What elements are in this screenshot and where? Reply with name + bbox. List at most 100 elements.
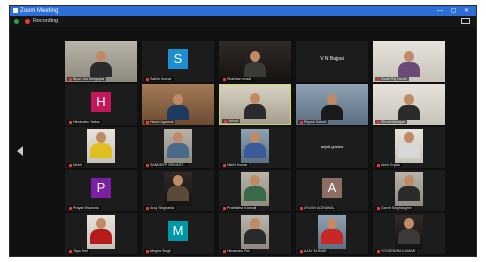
shield-icon[interactable] [14,19,19,24]
participant-avatar: S [168,49,188,69]
participant-tile[interactable]: Shahdan Imadi [219,41,291,82]
previous-page-icon[interactable] [17,146,23,156]
participant-tile[interactable]: Bipul Jha Sengupta [65,41,137,82]
participant-tile[interactable]: Shruti Mahajan [373,84,445,125]
person-body [167,186,189,201]
person-body [244,229,266,244]
muted-mic-icon [146,120,149,124]
muted-mic-icon [146,77,149,81]
participant-name-text: Shruti Mahajan [381,120,406,124]
person-silhouette [398,94,420,120]
muted-mic-icon [146,206,149,210]
participant-tile[interactable]: M Megha Singh [142,213,214,254]
gallery-view-button[interactable] [461,18,470,24]
participant-tile[interactable]: Nikhil Kumar [219,127,291,168]
participant-tile[interactable]: anjali guwira [296,127,368,168]
muted-mic-icon [223,77,226,81]
person-body [90,62,112,77]
person-body [244,186,266,201]
person-silhouette [244,218,266,244]
participant-display-name: V N Bajpai [320,56,344,62]
muted-mic-icon [224,119,227,123]
muted-mic-icon [300,206,303,210]
participant-name-text: AJAY KUMAR [304,249,327,253]
person-head [327,218,337,229]
person-body [398,229,420,244]
person-silhouette [398,51,420,77]
person-silhouette [321,94,343,120]
person-head [250,51,260,62]
person-silhouette [398,218,420,244]
person-head [96,51,106,62]
participant-name: AYUSH AGRAWAL [298,206,337,210]
muted-mic-icon [377,120,380,124]
participant-photo [395,129,423,163]
participant-tile[interactable]: YOGENDRA KUMAR [373,213,445,254]
muted-mic-icon [300,249,303,253]
participant-avatar: P [91,178,111,198]
participant-tile[interactable]: Jahnvi [219,84,291,125]
participant-name: Piyush Garud [298,120,328,124]
participant-grid: Bipul Jha Sengupta S Satish Kumar Shahdan I… [65,41,448,254]
participant-tile[interactable]: Garvit Singhbaghel [373,170,445,211]
person-body [167,143,189,158]
meeting-toolbar: Recording [10,16,476,27]
participant-name: AJAY KUMAR [298,249,329,253]
muted-mic-icon [377,249,380,253]
zoom-app-icon [13,8,18,13]
participant-tile[interactable]: Piyush Garud [296,84,368,125]
participant-tile[interactable]: H Himanshu Yadav [65,84,137,125]
participant-video [65,41,137,82]
person-head [96,218,106,229]
person-head [173,175,183,186]
person-head [96,132,106,143]
participant-name: Shruti Mahajan [375,120,408,124]
participant-photo [241,129,269,163]
participant-tile[interactable]: AJAY KUMAR [296,213,368,254]
participant-name-text: Akhil Gupta [381,163,400,167]
person-head [404,94,414,105]
participant-tile[interactable]: Prathistha Karanjit [219,170,291,211]
participant-name: Jahnvi [222,119,241,123]
person-body [90,229,112,244]
participant-avatar: M [168,221,188,241]
participant-name-text: Garvit Singhbaghel [381,206,412,210]
participant-tile[interactable]: V N Bajpai [296,41,368,82]
participant-tile[interactable]: Mohit [65,127,137,168]
participant-tile[interactable]: SANDEEP SRIVAST... [142,127,214,168]
participant-name: Shahdan Imadi [221,77,254,81]
person-body [398,186,420,201]
person-head [404,175,414,186]
participant-video [373,84,445,125]
person-silhouette [90,218,112,244]
person-silhouette [321,218,343,244]
participant-photo [241,215,269,249]
participant-tile[interactable]: S Satish Kumar [142,41,214,82]
participant-name-text: Jahnvi [228,119,239,123]
participant-tile[interactable]: P Prayat Bhaduria [65,170,137,211]
person-silhouette [244,93,266,119]
participant-tile[interactable]: Anuj Singhania [142,170,214,211]
participant-tile[interactable]: Swati Raj Nandi [373,41,445,82]
participant-tile[interactable]: Harsh Agarwal [142,84,214,125]
window-controls[interactable]: — ▢ ✕ [437,6,472,16]
participant-tile[interactable]: Akhil Gupta [373,127,445,168]
participant-name-text: Prayat Bhaduria [73,206,99,210]
person-head [250,218,260,229]
participant-tile[interactable]: Himanshu Rai [219,213,291,254]
person-silhouette [244,175,266,201]
participant-name-text: Swati Raj Nandi [381,77,407,81]
person-body [398,62,420,77]
window-title: Zoom Meeting [20,8,59,14]
participant-name: Bipul Jha Sengupta [67,77,107,81]
person-head [250,175,260,186]
person-body [321,105,343,120]
participant-display-name: anjali guwira [320,144,344,149]
participant-tile[interactable]: A AYUSH AGRAWAL [296,170,368,211]
person-body [398,143,420,158]
person-head [404,218,414,229]
person-body [244,104,266,119]
participant-name-text: Shahdan Imadi [227,77,252,81]
participant-tile[interactable]: Tapa Sen [65,213,137,254]
participant-video [219,41,291,82]
